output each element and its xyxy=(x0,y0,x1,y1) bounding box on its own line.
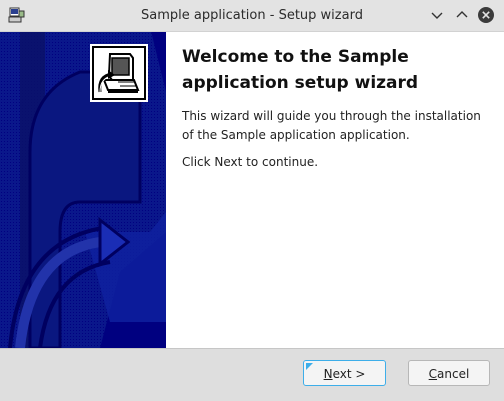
title-bar: Sample application - Setup wizard xyxy=(0,0,504,32)
computer-install-icon xyxy=(90,44,148,102)
cancel-button[interactable]: Cancel xyxy=(408,360,490,386)
cancel-button-label: ancel xyxy=(437,367,470,381)
minimize-icon[interactable] xyxy=(427,5,447,25)
maximize-icon[interactable] xyxy=(452,5,472,25)
cancel-button-mnemonic: C xyxy=(428,367,438,381)
wizard-page: Welcome to the Sample application setup … xyxy=(0,32,504,349)
close-icon[interactable] xyxy=(476,5,496,25)
wizard-side-banner xyxy=(0,32,166,348)
next-button-mnemonic: N xyxy=(323,367,333,381)
next-button-label: ext > xyxy=(332,367,366,381)
instruction-text: Click Next to continue. xyxy=(182,155,319,169)
intro-text: This wizard will guide you through the i… xyxy=(182,109,481,142)
page-title: Welcome to the Sample application setup … xyxy=(182,47,419,93)
default-button-indicator-icon xyxy=(306,363,313,370)
next-button[interactable]: Next > xyxy=(303,360,386,386)
